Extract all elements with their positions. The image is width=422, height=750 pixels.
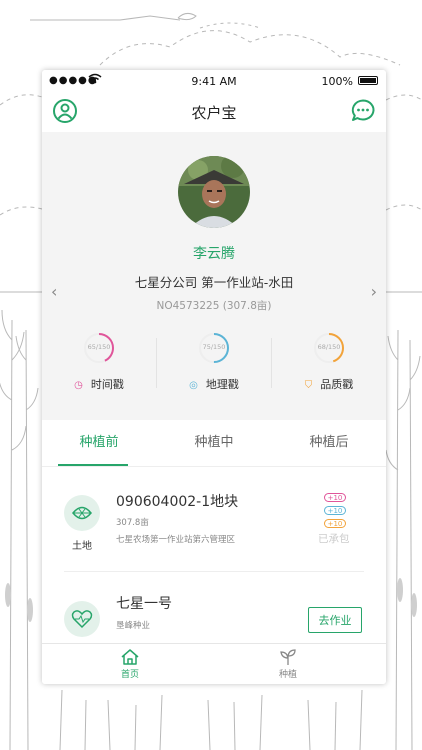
status-bar: ●●●●● 9:41 AM 100%	[42, 70, 386, 92]
nav-bar: 农户宝	[42, 92, 386, 132]
chat-icon[interactable]	[350, 98, 376, 124]
item-company: 垦峰种业	[116, 621, 151, 631]
tab-before-planting[interactable]: 种植前	[42, 420, 156, 466]
prev-arrow-icon[interactable]: ‹	[51, 282, 57, 301]
tab-bar-top: 种植前 种植中 种植后	[42, 420, 386, 466]
avatar[interactable]	[178, 156, 250, 228]
sprout-icon	[280, 649, 296, 665]
score-badge: +10	[324, 506, 346, 515]
stat-label: 时间戳	[90, 378, 124, 391]
list-item-seed[interactable]: 七星一号 垦峰种业 去作业	[42, 572, 386, 643]
tab-after-planting[interactable]: 种植后	[272, 420, 386, 466]
stat-quality[interactable]: 68/150 ⛉ 品质戳	[272, 332, 386, 396]
next-arrow-icon[interactable]: ›	[371, 282, 377, 301]
stat-value: 68/150	[317, 343, 341, 351]
item-area: 307.8亩	[116, 518, 149, 528]
item-title: 090604002-1地块	[116, 494, 239, 510]
bottom-tab-bar: 首页 种植	[42, 643, 386, 684]
stat-geo[interactable]: 75/150 ◎ 地理戳	[157, 332, 271, 396]
user-name: 李云腾	[193, 246, 235, 262]
heart-icon	[64, 601, 100, 637]
stat-time[interactable]: 65/150 ◷ 时间戳	[42, 332, 156, 396]
tabbar-home[interactable]: 首页	[100, 648, 160, 680]
page-title: 农户宝	[191, 104, 237, 122]
stat-label: 品质戳	[320, 378, 354, 391]
go-work-button[interactable]: 去作业	[308, 607, 362, 633]
home-icon	[121, 649, 139, 665]
status-badge: 已承包	[318, 533, 350, 545]
user-company: 七星分公司 第一作业站-水田	[134, 275, 294, 290]
shield-icon: ⛉	[304, 380, 313, 391]
stats-row: 65/150 ◷ 时间戳 75/150 ◎ 地理戳 68/150 ⛉ 品质戳	[42, 332, 386, 396]
clock-icon: ◷	[74, 380, 83, 391]
tabbar-label: 首页	[120, 670, 139, 680]
globe-icon: ◎	[189, 380, 198, 391]
list-item-land[interactable]: 土地 090604002-1地块 307.8亩 七星农场第一作业站第六管理区 +…	[42, 467, 386, 571]
item-type-label: 土地	[72, 541, 92, 552]
score-badge: +10	[324, 493, 346, 502]
stat-value: 65/150	[87, 343, 111, 351]
item-location: 七星农场第一作业站第六管理区	[116, 535, 236, 545]
user-id: NO4573225 (307.8亩)	[156, 300, 272, 312]
tabbar-planting[interactable]: 种植	[258, 648, 318, 680]
stat-value: 75/150	[202, 343, 226, 351]
profile-section: 李云腾 七星分公司 第一作业站-水田 NO4573225 (307.8亩) ‹ …	[42, 132, 386, 391]
item-title: 七星一号	[116, 596, 172, 612]
item-list: 土地 090604002-1地块 307.8亩 七星农场第一作业站第六管理区 +…	[42, 467, 386, 643]
leaf-icon	[64, 495, 100, 531]
tabbar-label: 种植	[278, 670, 297, 680]
battery-icon	[358, 76, 378, 85]
stat-label: 地理戳	[205, 378, 239, 391]
battery-percent: 100%	[321, 75, 353, 88]
score-badge: +10	[324, 519, 346, 528]
tab-during-planting[interactable]: 种植中	[157, 420, 271, 466]
phone-screen: ●●●●● 9:41 AM 100% 农户宝 李云腾 七星分公司 第一作业站-水…	[42, 70, 386, 684]
